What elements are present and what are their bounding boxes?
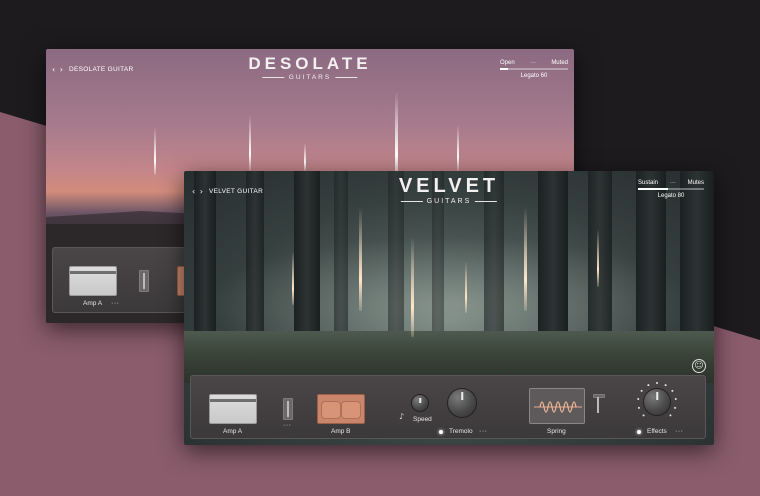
accessibility-icon[interactable]: ☺ xyxy=(692,359,706,373)
instrument-nav-arrows[interactable]: ‹ › xyxy=(192,187,204,196)
knob-tick xyxy=(669,414,672,417)
logo-title: DESOLATE xyxy=(248,54,372,73)
light-beam xyxy=(465,261,467,313)
articulation-control[interactable]: Sustain ··· Mutes Legato 80 xyxy=(638,180,704,199)
instrument-name[interactable]: VELVET GUITAR xyxy=(209,188,263,195)
speed-label: Speed xyxy=(413,416,432,423)
legato-readout[interactable]: Legato 60 xyxy=(500,73,568,79)
amp-a-icon[interactable] xyxy=(209,394,257,424)
knob-tick xyxy=(637,398,640,401)
legato-value: 80 xyxy=(677,193,685,199)
articulation-slider[interactable] xyxy=(500,68,568,70)
speed-knob[interactable] xyxy=(411,394,429,412)
light-beam xyxy=(154,127,156,175)
instrument-nav-arrows[interactable]: ‹ › xyxy=(52,65,64,74)
effects-power-led[interactable] xyxy=(637,430,641,434)
effects-knob[interactable] xyxy=(643,388,671,416)
light-beam xyxy=(597,229,599,287)
light-beam xyxy=(249,115,251,171)
articulation-control[interactable]: Open ··· Muted Legato 60 xyxy=(500,60,568,79)
logo-title: VELVET xyxy=(398,175,500,197)
amp-a-label: Amp A xyxy=(83,300,103,307)
articulation-more[interactable]: ··· xyxy=(530,60,536,66)
mixer-slider[interactable] xyxy=(283,398,293,420)
knob-tick xyxy=(637,406,640,409)
legato-label: Legato xyxy=(520,73,539,79)
mixer-more-button[interactable]: ··· xyxy=(283,422,292,429)
articulation-right[interactable]: Mutes xyxy=(688,180,704,186)
knob-tick xyxy=(664,384,667,387)
mixer-slider[interactable] xyxy=(139,270,149,292)
legato-label: Legato xyxy=(657,193,676,199)
articulation-right[interactable]: Muted xyxy=(551,60,568,66)
spring-label: Spring xyxy=(547,428,566,435)
legato-value: 60 xyxy=(540,73,548,79)
tremolo-more-button[interactable]: ··· xyxy=(479,428,488,435)
velvet-guitar-window: ‹ › VELVET GUITAR VELVET GUITARS Sustain… xyxy=(184,171,714,445)
knob-tick xyxy=(642,414,645,417)
knob-tick xyxy=(640,389,643,392)
light-beam xyxy=(359,207,362,311)
knob-tick xyxy=(647,384,650,387)
tremolo-power-led[interactable] xyxy=(439,430,443,434)
light-beam xyxy=(292,251,294,305)
amp-a-more-button[interactable]: ··· xyxy=(111,300,120,307)
amp-b-label: Amp B xyxy=(331,428,351,435)
logo-subtitle: GUITARS xyxy=(426,198,472,205)
articulation-slider[interactable] xyxy=(638,188,704,190)
instrument-name[interactable]: DESOLATE GUITAR xyxy=(69,66,134,73)
spring-reverb-icon[interactable] xyxy=(529,388,585,424)
velvet-control-strip: Amp A ··· Amp B ♪ Speed Tremolo ··· Spri… xyxy=(190,375,706,439)
reverb-slider[interactable] xyxy=(593,394,605,413)
tremolo-knob[interactable] xyxy=(447,388,477,418)
spring-coil-icon xyxy=(534,401,582,413)
effects-more-button[interactable]: ··· xyxy=(675,428,684,435)
amp-a-label: Amp A xyxy=(223,428,243,435)
articulation-left[interactable]: Sustain xyxy=(638,180,658,186)
knob-tick xyxy=(656,382,658,384)
knob-tick xyxy=(671,389,674,392)
light-beam xyxy=(411,237,414,337)
desolate-logo: DESOLATE GUITARS xyxy=(248,54,371,81)
note-icon: ♪ xyxy=(399,412,405,421)
articulation-left[interactable]: Open xyxy=(500,60,515,66)
knob-tick xyxy=(674,398,677,401)
velvet-logo: VELVET GUITARS xyxy=(399,175,499,205)
articulation-more[interactable]: ··· xyxy=(670,180,676,186)
light-beam xyxy=(395,91,398,183)
effects-label: Effects xyxy=(647,428,667,435)
light-beam xyxy=(524,207,527,311)
light-beam xyxy=(304,143,306,171)
amp-b-icon[interactable] xyxy=(317,394,365,424)
knob-tick xyxy=(674,406,677,409)
tremolo-label: Tremolo xyxy=(449,428,473,435)
amp-a-icon[interactable] xyxy=(69,266,117,296)
light-beam xyxy=(457,125,459,171)
logo-subtitle: GUITARS xyxy=(288,74,332,81)
legato-readout[interactable]: Legato 80 xyxy=(638,193,704,199)
